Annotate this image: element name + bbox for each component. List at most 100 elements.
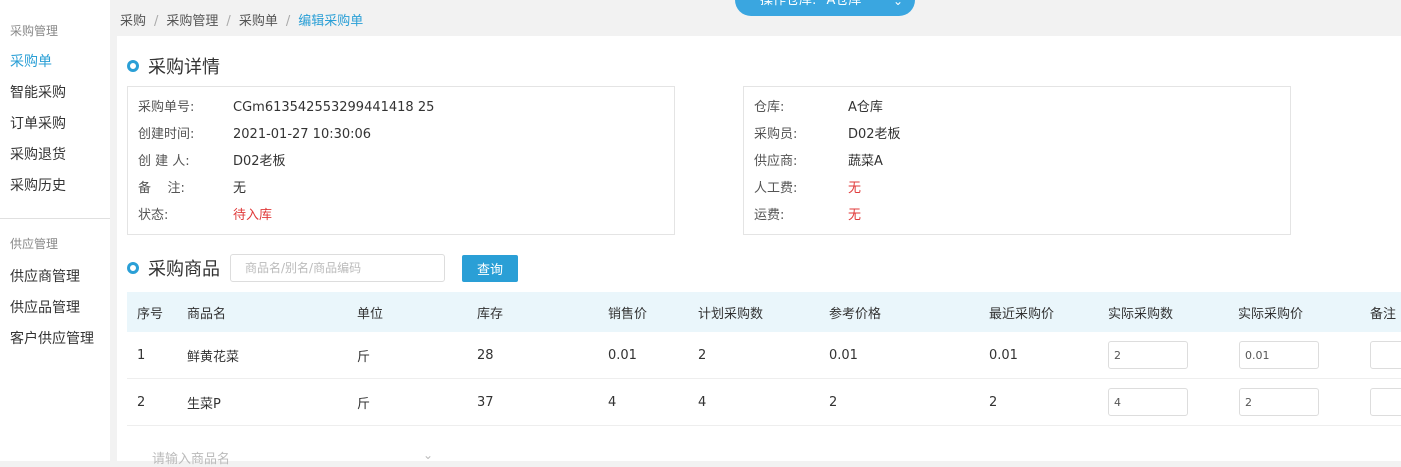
detail-row: 创 建 人: D02老板 [128,151,674,178]
column-header: 备注 [1370,306,1397,322]
cell-planned-qty: 4 [698,394,707,410]
detail-label: 创建时间: [138,127,195,142]
warehouse-selector[interactable]: 操作仓库: A仓库 ⌄ [735,0,915,16]
sidebar-item-supply-goods-management[interactable]: 供应品管理 [0,293,110,324]
sidebar-divider [0,218,110,219]
cell-stock: 37 [477,394,494,410]
column-header: 计划采购数 [698,306,764,322]
topbar: 采购 / 采购管理 / 采购单 / 编辑采购单 操作仓库: A仓库 ⌄ [110,0,1401,36]
detail-section-title: 采购详情 [127,53,220,79]
breadcrumb-item-purchase-management[interactable]: 采购管理 [166,14,218,29]
breadcrumb-item-purchase[interactable]: 采购 [120,14,146,29]
cell-last-price: 0.01 [989,347,1018,363]
circle-bullet-icon [127,60,139,72]
detail-value-buyer: D02老板 [848,127,901,142]
detail-label: 状态: [138,208,169,223]
sidebar-item-purchase-return[interactable]: 采购退货 [0,140,110,171]
cell-last-price: 2 [989,394,998,410]
breadcrumb-separator: / [226,14,231,29]
detail-row: 运费: 无 [744,205,1290,232]
breadcrumb-item-purchase-order[interactable]: 采购单 [239,14,278,29]
sidebar-item-order-purchase[interactable]: 订单采购 [0,109,110,140]
cell-name: 鲜黄花菜 [187,349,240,365]
column-header: 最近采购价 [989,306,1055,322]
detail-row: 备 注: 无 [128,178,674,205]
detail-title-text: 采购详情 [148,57,220,78]
detail-row: 人工费: 无 [744,178,1290,205]
detail-row: 状态: 待入库 [128,205,674,232]
chevron-down-icon: ⌄ [892,0,903,8]
column-header: 实际采购数 [1108,306,1174,322]
sidebar-item-purchase-order[interactable]: 采购单 [0,47,110,78]
column-header: 销售价 [608,306,648,322]
detail-value-created-time: 2021-01-27 10:30:06 [233,127,372,142]
column-header: 序号 [137,306,164,322]
detail-label: 供应商: [754,154,798,169]
detail-label: 运费: [754,208,785,223]
table-header: 序号 商品名 单位 库存 销售价 计划采购数 参考价格 最近采购价 实际采购数 … [127,292,1401,332]
actual-qty-input[interactable] [1108,388,1188,416]
cell-no: 2 [137,394,146,410]
query-button[interactable]: 查询 [462,255,518,282]
detail-value-warehouse: A仓库 [848,100,883,115]
cell-no: 1 [137,347,146,363]
actual-price-input[interactable] [1239,388,1319,416]
remark-input[interactable] [1370,341,1401,369]
status-badge: 待入库 [233,208,273,223]
detail-label: 备 注: [138,181,185,196]
main-content: 采购详情 采购单号: CGm613542553299441418 25 创建时间:… [117,36,1401,467]
goods-table: 序号 商品名 单位 库存 销售价 计划采购数 参考价格 最近采购价 实际采购数 … [127,292,1401,426]
detail-row: 供应商: 蔬菜A [744,151,1290,178]
sidebar-item-supplier-management[interactable]: 供应商管理 [0,262,110,293]
breadcrumb: 采购 / 采购管理 / 采购单 / 编辑采购单 [120,10,363,29]
detail-value-order-no: CGm613542553299441418 25 [233,100,435,115]
detail-label: 仓库: [754,100,785,115]
detail-right-panel: 仓库: A仓库 采购员: D02老板 供应商: 蔬菜A 人工费: 无 运费: 无 [743,86,1291,235]
cell-sale-price: 0.01 [608,347,637,363]
detail-row: 仓库: A仓库 [744,97,1290,124]
detail-row: 采购员: D02老板 [744,124,1290,151]
sidebar-item-purchase-history[interactable]: 采购历史 [0,171,110,202]
column-header: 库存 [477,306,504,322]
breadcrumb-separator: / [285,14,291,29]
warehouse-selector-value: A仓库 [826,0,862,8]
breadcrumb-separator: / [154,14,159,29]
sidebar-item-smart-purchase[interactable]: 智能采购 [0,78,110,109]
cell-sale-price: 4 [608,394,617,410]
detail-label: 创 建 人: [138,154,190,169]
sidebar-group-title-supply: 供应管理 [10,237,59,251]
table-row: 2 生菜P 斤 37 4 4 2 2 [127,379,1401,426]
breadcrumb-current: 编辑采购单 [298,14,364,29]
goods-section-title: 采购商品 [127,255,220,281]
detail-row: 采购单号: CGm613542553299441418 25 [128,97,674,124]
sidebar-group-title-purchase: 采购管理 [10,24,59,38]
column-header: 单位 [357,306,384,322]
actual-qty-input[interactable] [1108,341,1188,369]
cell-unit: 斤 [357,396,371,412]
detail-label: 采购员: [754,127,798,142]
column-header: 参考价格 [829,306,882,322]
add-goods-select[interactable]: 请输入商品名 [152,448,230,467]
circle-bullet-icon [127,262,139,274]
sidebar-item-customer-supply-management[interactable]: 客户供应管理 [0,324,110,355]
warehouse-selector-label: 操作仓库: [760,0,817,8]
remark-input[interactable] [1370,388,1401,416]
sidebar: 采购管理 采购单 智能采购 订单采购 采购退货 采购历史 供应管理 供应商管理 … [0,0,110,461]
detail-label: 人工费: [754,181,798,196]
actual-price-input[interactable] [1239,341,1319,369]
chevron-down-icon: ⌄ [423,448,434,462]
detail-value-supplier: 蔬菜A [848,154,883,169]
cell-unit: 斤 [357,349,371,365]
goods-search-input[interactable] [230,254,445,282]
detail-value-freight: 无 [848,208,862,223]
cell-stock: 28 [477,347,494,363]
cell-planned-qty: 2 [698,347,707,363]
detail-value-labor-fee: 无 [848,181,862,196]
cell-ref-price: 2 [829,394,838,410]
detail-value-remark: 无 [233,181,247,196]
detail-label: 采购单号: [138,100,195,115]
detail-left-panel: 采购单号: CGm613542553299441418 25 创建时间: 2021-… [127,86,675,235]
detail-value-creator: D02老板 [233,154,286,169]
cell-name: 生菜P [187,396,221,412]
detail-row: 创建时间: 2021-01-27 10:30:06 [128,124,674,151]
